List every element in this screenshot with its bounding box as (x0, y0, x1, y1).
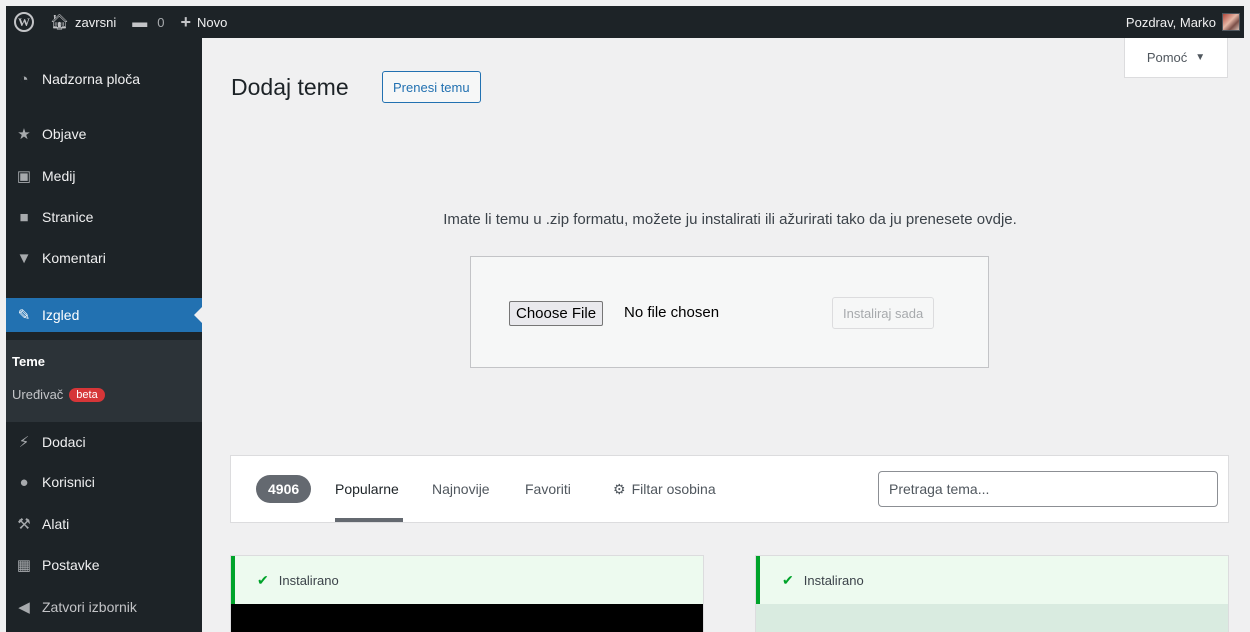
collapse-icon: ◀ (18, 599, 30, 616)
account-menu[interactable]: Pozdrav, Marko (1118, 6, 1244, 38)
feature-filter-link[interactable]: ⚙︎ Filtar osobina (613, 481, 716, 498)
sidebar-item-pages[interactable]: ■ Stranice (6, 200, 202, 234)
home-icon: 🏠︎ (50, 14, 70, 31)
greeting: Pozdrav, Marko (1125, 14, 1216, 30)
gear-icon: ⚙︎ (613, 481, 626, 497)
theme-search-input[interactable] (878, 471, 1218, 507)
sidebar-item-label: Objave (42, 126, 87, 142)
beta-badge: beta (69, 387, 105, 402)
page-title: Dodaj teme (231, 74, 349, 100)
plugin-icon: ⚡︎ (18, 434, 30, 451)
appearance-icon: ✎ (17, 307, 31, 324)
admin-bar: W 🏠︎ zavrsni ▬ 0 + Novo Pozdrav, Marko (6, 6, 1244, 38)
tab-popular[interactable]: Popularne (335, 481, 399, 497)
appearance-submenu: Teme Uređivač beta (6, 340, 202, 422)
users-icon: ● (19, 473, 29, 491)
installed-notice: ✔ Instalirano (756, 556, 1228, 604)
upload-theme-button[interactable]: Prenesi temu (382, 71, 481, 103)
sidebar-item-label: Nadzorna ploča (42, 71, 141, 87)
theme-screenshot[interactable] (231, 604, 703, 632)
submenu-item-editor[interactable]: Uređivač beta (12, 387, 105, 402)
sidebar-item-plugins[interactable]: ⚡︎ Dodaci (6, 425, 202, 459)
submenu-item-themes[interactable]: Teme (12, 354, 45, 369)
dashboard-icon: ◔ (19, 70, 29, 88)
theme-filter-bar: 4906 Popularne Najnovije Favoriti ⚙︎ Filt… (230, 455, 1229, 523)
caret-down-icon: ▼ (1195, 52, 1206, 63)
comment-icon: ▬ (132, 13, 148, 31)
tab-favorites[interactable]: Favoriti (525, 481, 571, 497)
upload-form: Choose File No file chosen Instaliraj sa… (470, 256, 989, 368)
sidebar-item-label: Stranice (42, 209, 94, 225)
wordpress-logo-icon[interactable]: W (6, 6, 42, 38)
theme-card[interactable]: ✔ Instalirano (230, 555, 704, 632)
settings-icon: ▦ (16, 557, 32, 574)
new-content-link[interactable]: + Novo (172, 6, 235, 38)
help-button[interactable]: Pomoć ▼ (1124, 38, 1228, 78)
media-icon: ▣ (16, 168, 32, 185)
tab-latest[interactable]: Najnovije (432, 481, 490, 497)
sidebar-item-label: Korisnici (42, 474, 95, 490)
installed-notice: ✔ Instalirano (231, 556, 703, 604)
upload-help-text: Imate li temu u .zip formatu, možete ju … (443, 211, 1017, 228)
submenu-item-label: Teme (12, 354, 45, 369)
sidebar-item-comments[interactable]: ▼ Komentari (6, 241, 202, 275)
sidebar-item-label: Komentari (42, 250, 106, 266)
sidebar-item-tools[interactable]: ⚒︎ Alati (6, 507, 202, 541)
sidebar-item-label: Postavke (42, 557, 100, 573)
active-tab-indicator (335, 518, 403, 522)
choose-file-button[interactable]: Choose File (509, 301, 604, 326)
submenu-item-label: Uređivač (12, 387, 64, 402)
checkmark-icon: ✔ (782, 571, 794, 588)
feature-filter-label: Filtar osobina (631, 481, 716, 497)
sidebar-item-label: Dodaci (42, 434, 86, 450)
sidebar-item-posts[interactable]: ★ Objave (6, 117, 202, 151)
installed-label: Instalirano (803, 572, 864, 588)
file-status: No file chosen (624, 304, 720, 321)
comment-icon: ▼ (16, 249, 32, 267)
help-label: Pomoć (1146, 50, 1188, 65)
sidebar-item-settings[interactable]: ▦ Postavke (6, 548, 202, 582)
checkmark-icon: ✔ (257, 571, 269, 588)
tools-icon: ⚒︎ (17, 516, 31, 533)
sidebar-item-label: Alati (42, 516, 70, 532)
plus-icon: + (180, 11, 191, 32)
avatar (1222, 13, 1240, 31)
sidebar-item-label: Izgled (42, 307, 80, 323)
theme-screenshot[interactable] (756, 604, 1228, 632)
page-icon: ■ (19, 208, 29, 226)
sidebar-item-label: Zatvori izbornik (42, 599, 137, 615)
theme-card[interactable]: ✔ Instalirano (755, 555, 1229, 632)
theme-count-badge: 4906 (256, 475, 312, 503)
pin-icon: ★ (17, 126, 31, 143)
sidebar-item-media[interactable]: ▣ Medij (6, 159, 202, 193)
install-now-button[interactable]: Instaliraj sada (832, 297, 935, 329)
sidebar-item-users[interactable]: ● Korisnici (6, 465, 202, 499)
comments-count: 0 (157, 14, 165, 30)
sidebar-item-label: Medij (42, 168, 76, 184)
installed-label: Instalirano (278, 572, 339, 588)
collapse-menu-button[interactable]: ◀ Zatvori izbornik (6, 590, 202, 624)
site-name-link[interactable]: 🏠︎ zavrsni (42, 6, 124, 38)
site-name: zavrsni (75, 14, 117, 30)
sidebar-item-dashboard[interactable]: ◔ Nadzorna ploča (6, 62, 202, 96)
sidebar-item-appearance[interactable]: ✎ Izgled (6, 298, 202, 332)
new-label: Novo (196, 14, 228, 30)
admin-sidebar: ◔ Nadzorna ploča ★ Objave ▣ Medij ■ Stra… (6, 38, 202, 632)
comments-link[interactable]: ▬ 0 (124, 6, 172, 38)
